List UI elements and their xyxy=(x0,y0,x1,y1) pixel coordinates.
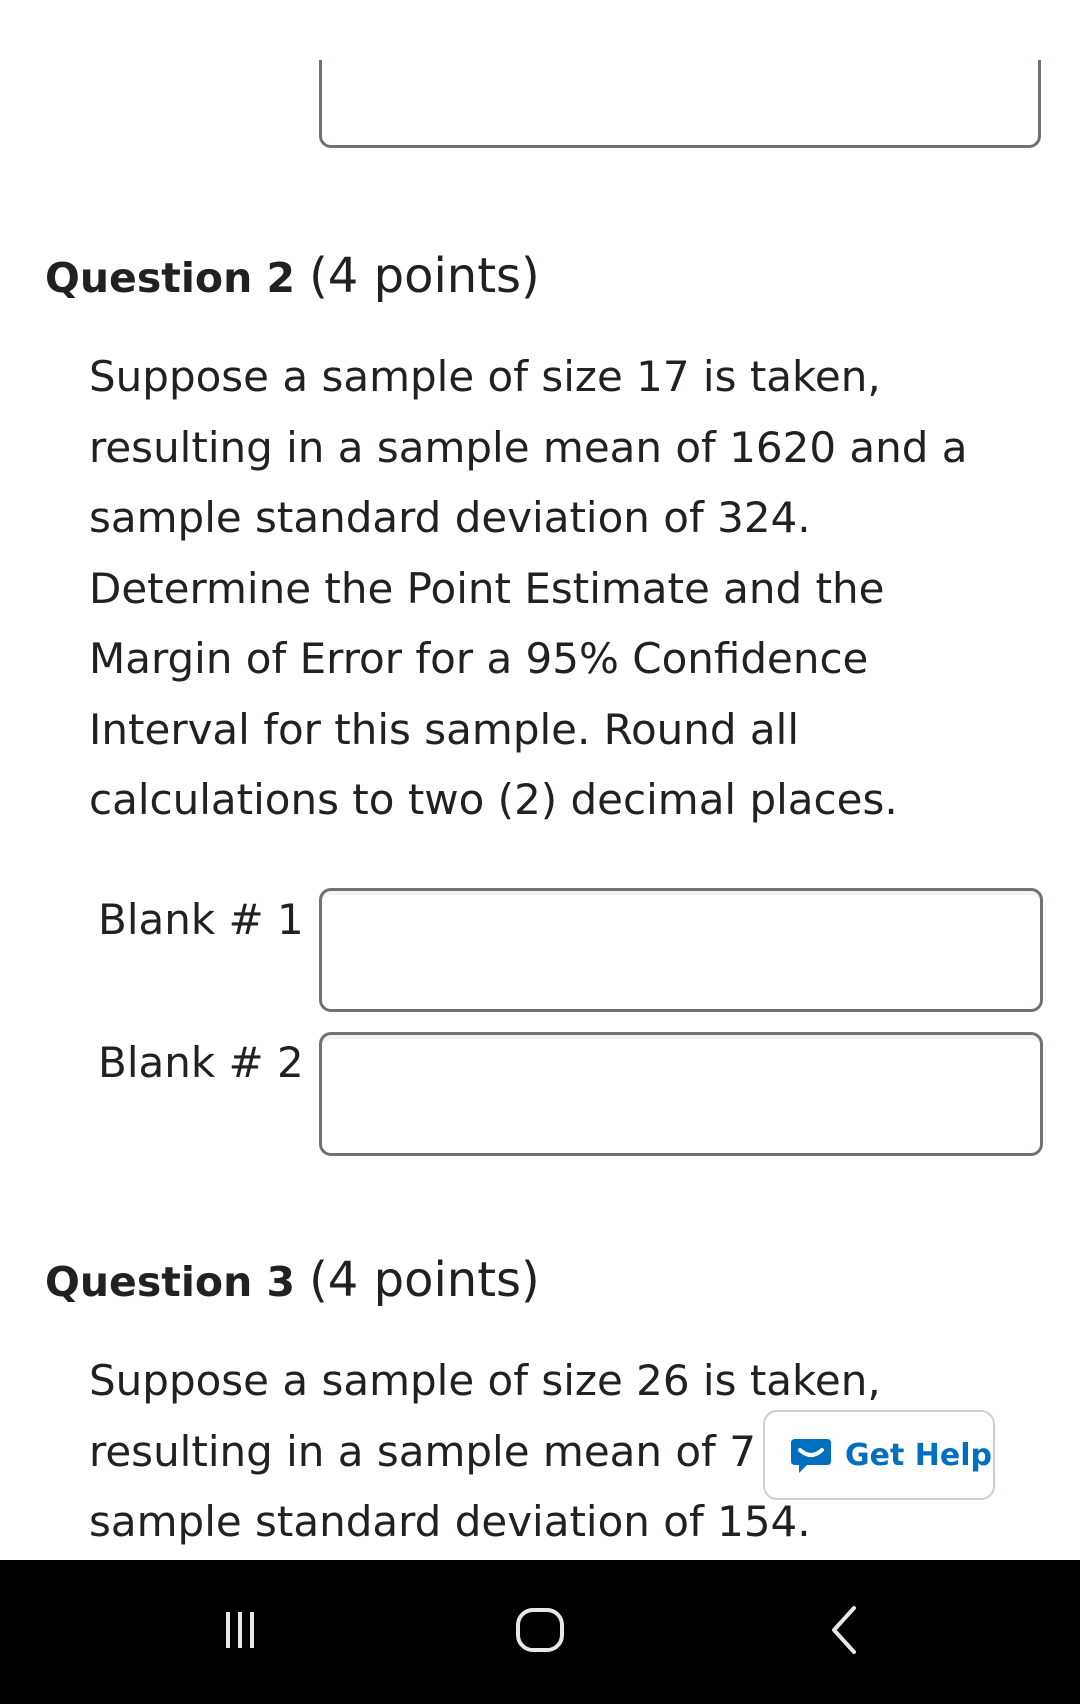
previous-answer-input[interactable] xyxy=(319,60,1041,148)
question-2-line: calculations to two (2) decimal places. xyxy=(89,775,898,824)
question-3-heading: Question 3 (4 points) xyxy=(45,1252,540,1310)
question-3-points: (4 points) xyxy=(309,1252,540,1308)
question-2-line: resulting in a sample mean of 1620 and a xyxy=(89,422,968,472)
question-2-line: Suppose a sample of size 17 is taken, xyxy=(89,352,881,401)
question-2-line: sample standard deviation of 324. xyxy=(89,493,811,542)
back-button[interactable] xyxy=(774,1560,914,1704)
recents-button[interactable] xyxy=(170,1560,310,1704)
question-2-heading: Question 2 (4 points) xyxy=(45,248,540,306)
question-2-points: (4 points) xyxy=(309,248,540,304)
question-2-text: Suppose a sample of size 17 is taken, re… xyxy=(89,342,1019,836)
question-2-line: Interval for this sample. Round all xyxy=(89,704,800,754)
question-3-line: Suppose a sample of size 26 is taken, xyxy=(89,1356,881,1405)
blank-1-input[interactable] xyxy=(319,888,1043,1012)
get-help-label: Get Help xyxy=(845,1437,992,1473)
system-navigation-bar xyxy=(0,1560,1080,1704)
blank-2-input[interactable] xyxy=(319,1032,1043,1156)
question-2-line: Determine the Point Estimate and the xyxy=(89,563,885,613)
get-help-button[interactable]: Get Help xyxy=(763,1410,995,1500)
home-button[interactable] xyxy=(470,1560,610,1704)
blank-2-label: Blank # 2 xyxy=(98,1038,304,1087)
question-2-line: Margin of Error for a 95% Confidence xyxy=(89,634,869,683)
chat-bubble-icon xyxy=(789,1433,833,1477)
recents-icon xyxy=(218,1608,262,1656)
home-icon xyxy=(514,1606,566,1658)
quiz-page: Question 2 (4 points) Suppose a sample o… xyxy=(0,0,1080,1704)
question-3-number: Question 3 xyxy=(45,1258,296,1306)
back-icon xyxy=(824,1604,864,1660)
question-2-number: Question 2 xyxy=(45,254,296,302)
blank-1-label: Blank # 1 xyxy=(98,895,304,944)
